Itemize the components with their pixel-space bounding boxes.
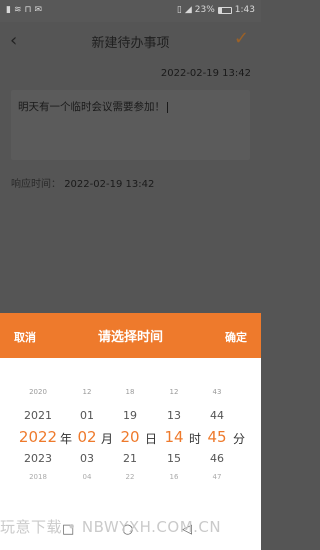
wheel-item[interactable]: 46	[187, 452, 247, 465]
wheel-item[interactable]: 47	[187, 473, 247, 481]
battery-percent: 23%	[194, 5, 215, 15]
status-bar: ▮ ≋ ⊓ ✉ ▯ ◢ 23% 1:43	[0, 0, 261, 22]
status-icons-left: ▮ ≋ ⊓ ✉	[6, 5, 42, 15]
mail-icon: ✉	[34, 5, 43, 15]
todo-content-text: 明天有一个临时会议需要参加！	[18, 99, 168, 114]
check-icon[interactable]: ✓	[234, 28, 249, 49]
ok-button[interactable]: 确定	[225, 329, 247, 345]
wheel-item[interactable]: 44	[187, 409, 247, 422]
minute-unit: 分	[233, 432, 246, 446]
created-time: 2022-02-19 13:42	[160, 68, 251, 79]
vibrate-icon: ▯	[176, 5, 182, 15]
remind-label: 响应时间：	[11, 179, 61, 190]
remind-value: 2022-02-19 13:42	[64, 179, 155, 190]
page-title: 新建待办事项	[91, 36, 170, 51]
picker-title: 请选择时间	[97, 330, 163, 345]
sim-icon: ▮	[6, 5, 11, 15]
todo-content-value: 明天有一个临时会议需要参加！	[18, 101, 165, 113]
clock: 1:43	[234, 5, 255, 15]
text-cursor	[167, 101, 168, 113]
status-icons-right: ▯ ◢ 23% 1:43	[177, 5, 255, 15]
remind-time[interactable]: 响应时间： 2022-02-19 13:42	[11, 175, 154, 190]
battery-icon	[217, 6, 232, 14]
nfc-icon: ⊓	[24, 5, 32, 15]
watermark: 玩意下载 • NBWYXH.COM.CN	[0, 518, 222, 536]
wheel-item[interactable]: 43	[187, 388, 247, 396]
wifi-icon: ≋	[13, 5, 22, 15]
header: ‹ 新建待办事项 ✓	[0, 22, 261, 58]
date-time-wheel[interactable]: 2020 2021 2022 2023 2018 年 12 01 02 03 0…	[0, 358, 261, 508]
picker-toolbar: 取消 请选择时间 确定	[0, 313, 261, 358]
signal-icon: ◢	[184, 5, 192, 15]
todo-content-field[interactable]: 明天有一个临时会议需要参加！	[11, 90, 250, 160]
